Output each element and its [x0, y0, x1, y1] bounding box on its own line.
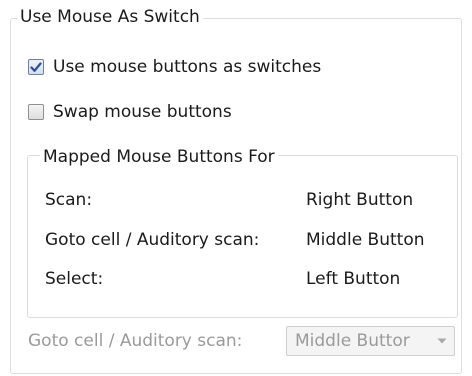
use-mouse-buttons-label: Use mouse buttons as switches — [53, 57, 322, 77]
swap-mouse-buttons-checkbox-row[interactable]: Swap mouse buttons — [28, 102, 232, 122]
goto-cell-auditory-scan-label: Goto cell / Auditory scan: — [28, 331, 243, 351]
goto-cell-auditory-scan-dropdown[interactable]: Middle Buttor — [286, 326, 455, 356]
mapping-button-value: Right Button — [306, 190, 414, 210]
use-mouse-buttons-checkbox-row[interactable]: Use mouse buttons as switches — [28, 57, 321, 77]
use-mouse-buttons-checkbox[interactable] — [28, 59, 44, 75]
chevron-down-icon — [430, 338, 454, 344]
swap-mouse-buttons-checkbox[interactable] — [28, 104, 44, 120]
mapping-button-value: Middle Button — [306, 230, 425, 250]
mapping-action-label: Select: — [45, 269, 104, 289]
use-mouse-as-switch-title: Use Mouse As Switch — [17, 7, 203, 27]
mapped-mouse-buttons-title: Mapped Mouse Buttons For — [40, 147, 278, 167]
mapping-action-label: Goto cell / Auditory scan: — [45, 230, 260, 250]
mapping-action-label: Scan: — [45, 190, 93, 210]
checkmark-icon — [30, 61, 42, 72]
swap-mouse-buttons-label: Swap mouse buttons — [53, 102, 232, 122]
mapping-button-value: Left Button — [306, 269, 401, 289]
dropdown-selected-value: Middle Buttor — [295, 331, 410, 351]
